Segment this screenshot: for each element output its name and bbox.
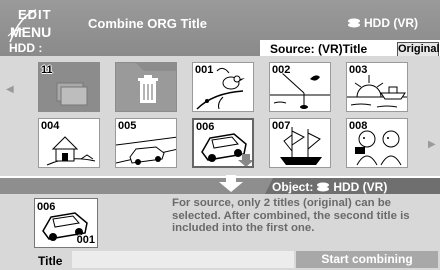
object-thumb-number-bottom: 001: [76, 234, 95, 246]
trash-icon: [116, 63, 176, 111]
tile-number: 006: [196, 121, 215, 133]
title-field-label: Title: [38, 254, 63, 268]
hdd-disk-icon: [348, 18, 360, 28]
instruction-message: For source, only 2 titles (original) can…: [172, 197, 410, 234]
title-tile-008[interactable]: 008: [346, 118, 408, 168]
start-combining-button[interactable]: Start combining: [296, 251, 438, 268]
hdd-status-text: HDD (VR): [364, 16, 418, 30]
title-tile-003[interactable]: 003: [346, 62, 408, 112]
menu-label-text: MENU: [10, 24, 52, 40]
object-label-text: Object:: [272, 180, 314, 194]
object-target-text: HDD (VR): [333, 180, 388, 194]
title-tile-005[interactable]: 005: [115, 118, 177, 168]
object-thumbnail[interactable]: 006 001: [34, 198, 98, 248]
object-thumb-number-top: 006: [37, 201, 56, 213]
scroll-right-icon[interactable]: ▶: [428, 139, 436, 150]
page-title: Combine ORG Title: [88, 16, 207, 31]
title-tile-004[interactable]: 004: [38, 118, 100, 168]
title-input[interactable]: [72, 251, 294, 268]
menu-edit-text: EDIT: [18, 7, 52, 22]
tile-number: 008: [349, 120, 368, 132]
edit-menu-screen: EDIT MENU Combine ORG Title HDD (VR) HDD…: [0, 0, 440, 270]
tile-number: 004: [41, 120, 60, 132]
tile-number: 003: [349, 64, 368, 76]
tile-number: 001: [195, 64, 214, 76]
title-tile-001[interactable]: 001: [192, 62, 254, 112]
title-tile-002[interactable]: 002: [269, 62, 331, 112]
down-arrow-icon: [219, 175, 243, 192]
tile-number: 11: [41, 64, 53, 76]
source-label: Source: (VR)Title: [270, 42, 368, 56]
scroll-left-icon[interactable]: ◀: [6, 84, 14, 95]
hdd-status: HDD (VR): [347, 16, 418, 30]
title-tile-006[interactable]: 006: [192, 118, 254, 168]
hdd-disk-icon: [317, 182, 330, 192]
original-badge[interactable]: Original: [397, 42, 440, 57]
trash-tile[interactable]: [115, 62, 177, 112]
object-label: Object: HDD (VR): [272, 180, 387, 194]
title-tile-007[interactable]: 007: [269, 118, 331, 168]
tile-number: 002: [272, 64, 291, 76]
tile-number: 007: [272, 120, 291, 132]
tile-number: 005: [118, 120, 137, 132]
hdd-section-label: HDD :: [9, 41, 43, 55]
folder-tile[interactable]: 11: [38, 62, 100, 112]
